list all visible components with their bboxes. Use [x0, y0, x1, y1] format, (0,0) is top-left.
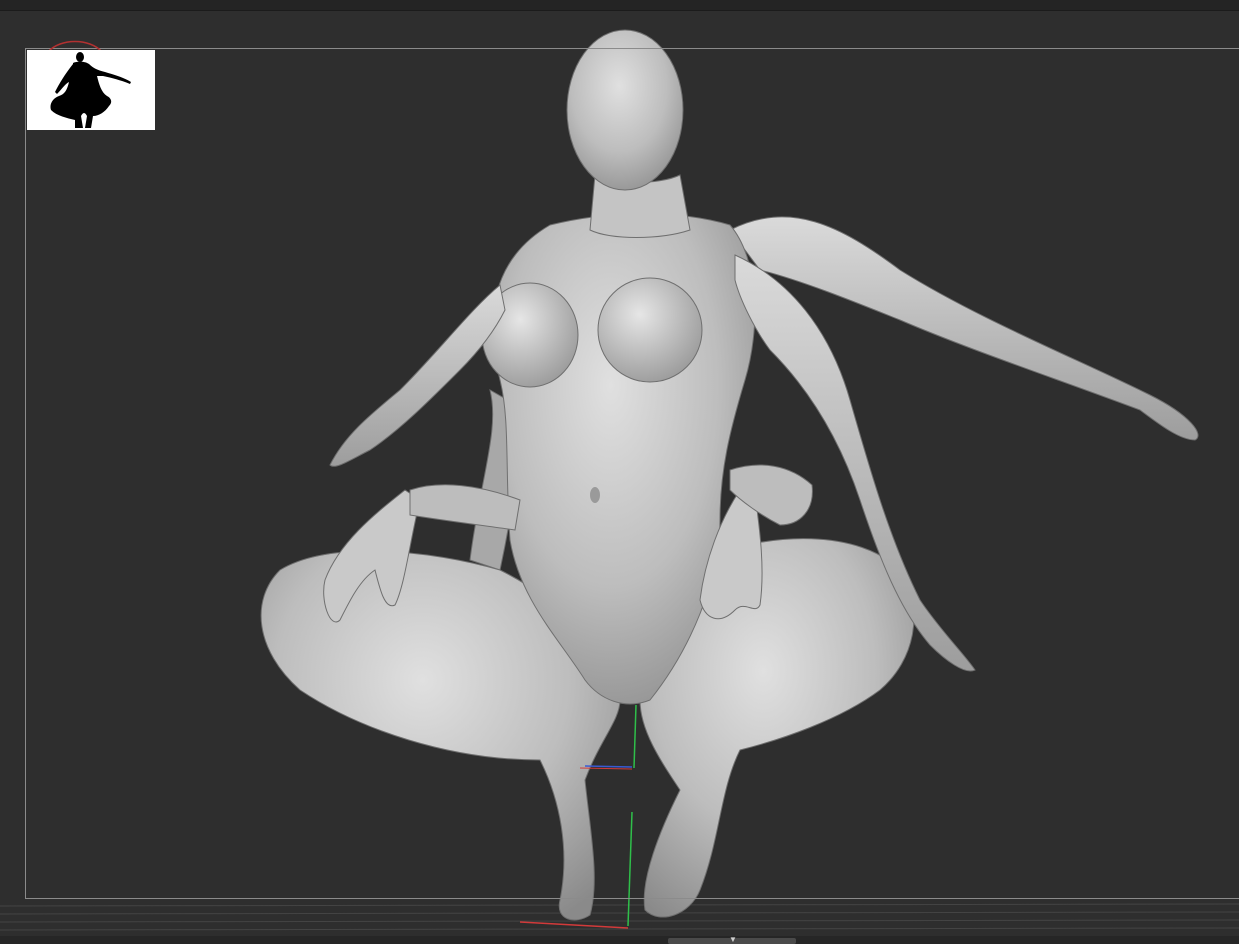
chevron-down-icon[interactable]: ▼	[726, 936, 740, 944]
3d-viewport[interactable]: ▼	[0, 0, 1239, 944]
reference-thumbnail[interactable]	[27, 50, 155, 130]
document-frame	[25, 48, 1239, 899]
crouching-figure-silhouette-icon	[50, 52, 132, 128]
bottom-scroll-bar[interactable]	[0, 936, 1239, 944]
